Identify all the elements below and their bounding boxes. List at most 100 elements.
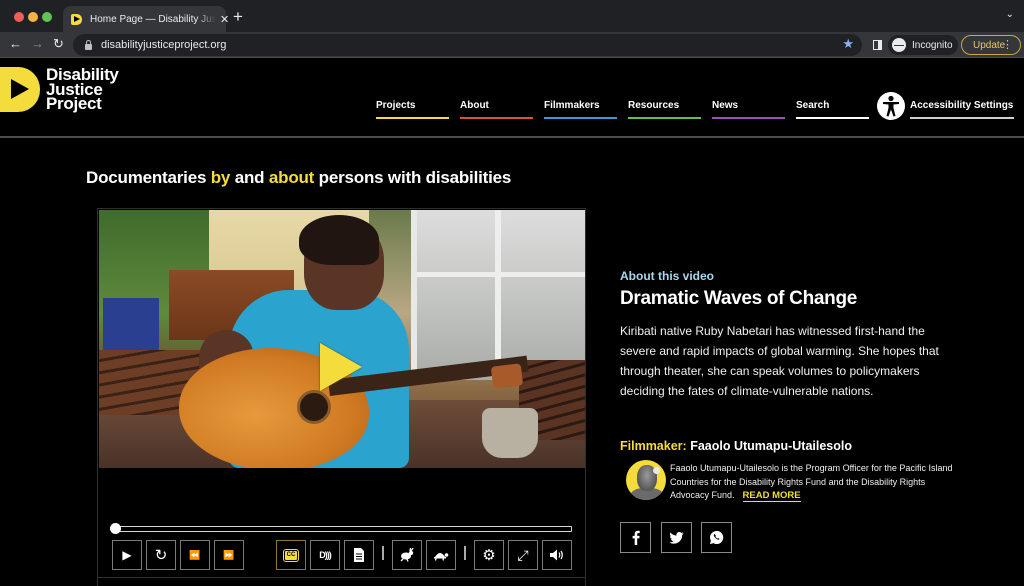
about-video-label: About this video xyxy=(620,269,714,283)
player-controls: ▶ ↻ ⏪ ⏩ CC D))) ⚙ ⤢ xyxy=(112,540,574,571)
twitter-icon xyxy=(669,531,684,544)
share-whatsapp-button[interactable] xyxy=(701,522,732,553)
incognito-label: Incognito xyxy=(912,39,953,51)
slower-button[interactable] xyxy=(426,540,456,570)
player-divider xyxy=(98,577,585,578)
nav-underline xyxy=(712,117,785,119)
restart-button[interactable]: ↻ xyxy=(146,540,176,570)
nav-news[interactable]: News xyxy=(712,100,785,119)
new-tab-button[interactable]: + xyxy=(233,7,243,27)
tagline-highlight: by xyxy=(210,168,231,187)
video-scene xyxy=(490,363,524,389)
nav-label: Projects xyxy=(376,100,416,111)
seek-bar[interactable] xyxy=(110,523,572,534)
accessibility-settings-button[interactable]: Accessibility Settings xyxy=(877,92,1014,120)
window-close-button[interactable] xyxy=(14,12,24,22)
back-button[interactable]: ← xyxy=(9,36,22,51)
nav-resources[interactable]: Resources xyxy=(628,100,701,119)
captions-button[interactable]: CC xyxy=(276,540,306,570)
video-scene xyxy=(411,210,585,380)
window-minimize-button[interactable] xyxy=(28,12,38,22)
bio-text: Faaolo Utumapu-Utailesolo is the Program… xyxy=(670,463,953,500)
tagline: Documentaries by and about persons with … xyxy=(86,168,511,188)
play-icon: ▶ xyxy=(122,548,132,562)
play-triangle-icon xyxy=(320,343,362,391)
fullscreen-button[interactable]: ⤢ xyxy=(508,540,538,570)
filmmaker-name: Faaolo Utumapu-Utailesolo xyxy=(690,439,853,453)
nav-underline xyxy=(796,117,869,119)
rewind-icon: ⏪ xyxy=(189,549,201,560)
accessibility-icon xyxy=(877,92,905,120)
tagline-text: and xyxy=(230,168,269,187)
nav-search[interactable]: Search xyxy=(796,100,869,119)
nav-filmmakers[interactable]: Filmmakers xyxy=(544,100,617,119)
tagline-text: persons with disabilities xyxy=(314,168,512,187)
site-logo[interactable]: Disability Justice Project xyxy=(0,66,119,113)
browser-menu-icon[interactable]: ⋮ xyxy=(1002,38,1013,51)
tab-list-chevron-icon[interactable]: ⌄ xyxy=(1006,9,1014,20)
whatsapp-icon xyxy=(709,530,724,545)
accessibility-label: Accessibility Settings xyxy=(910,100,1014,111)
nav-label: Search xyxy=(796,100,830,111)
rewind-button[interactable]: ⏪ xyxy=(180,540,210,570)
share-twitter-button[interactable] xyxy=(661,522,692,553)
incognito-icon xyxy=(892,38,906,52)
browser-toolbar: ← → ↻ disabilityjusticeproject.org ★ Inc… xyxy=(0,32,1024,58)
nav-label: Filmmakers xyxy=(544,100,600,111)
site-favicon-icon xyxy=(71,13,82,25)
forward-button[interactable]: → xyxy=(31,36,44,51)
big-play-button[interactable] xyxy=(317,338,369,396)
audio-description-button[interactable]: D))) xyxy=(310,540,340,570)
nav-label: Resources xyxy=(628,100,680,111)
window-maximize-button[interactable] xyxy=(42,12,52,22)
transcript-icon xyxy=(354,548,364,562)
gear-icon: ⚙ xyxy=(482,547,496,564)
logo-line-3: Project xyxy=(46,94,102,113)
restart-icon: ↻ xyxy=(154,547,168,564)
nav-label: About xyxy=(460,100,489,111)
bookmark-star-icon[interactable]: ★ xyxy=(842,36,854,52)
controls-separator xyxy=(382,546,384,560)
header-divider xyxy=(0,136,1024,138)
transcript-button[interactable] xyxy=(344,540,374,570)
tab-title: Home Page — Disability Justice Project xyxy=(90,13,216,25)
filmmaker-label: Filmmaker: xyxy=(620,439,687,453)
share-facebook-button[interactable] xyxy=(620,522,651,553)
seek-handle[interactable] xyxy=(110,523,121,534)
nav-projects[interactable]: Projects xyxy=(376,100,449,119)
update-button[interactable]: Update ⋮ xyxy=(961,35,1021,55)
turtle-icon xyxy=(434,553,449,561)
video-player: ▶ ↻ ⏪ ⏩ CC D))) ⚙ ⤢ xyxy=(97,208,586,586)
settings-button[interactable]: ⚙ xyxy=(474,540,504,570)
reload-button[interactable]: ↻ xyxy=(53,36,64,52)
video-scene xyxy=(482,408,538,458)
play-button[interactable]: ▶ xyxy=(112,540,142,570)
browser-tab[interactable]: Home Page — Disability Justice Project ✕ xyxy=(63,6,229,32)
close-tab-icon[interactable]: ✕ xyxy=(220,13,229,26)
fast-forward-button[interactable]: ⏩ xyxy=(214,540,244,570)
video-frame[interactable] xyxy=(99,210,585,468)
audio-description-icon: D))) xyxy=(319,550,331,560)
faster-button[interactable] xyxy=(392,540,422,570)
side-panel-icon[interactable] xyxy=(873,40,882,50)
lock-icon[interactable] xyxy=(85,39,92,50)
captions-icon: CC xyxy=(283,549,299,561)
tagline-text: Documentaries xyxy=(86,168,211,187)
fast-forward-icon: ⏩ xyxy=(223,549,235,560)
logo-play-icon xyxy=(0,67,40,112)
nav-about[interactable]: About xyxy=(460,100,533,119)
incognito-indicator[interactable]: Incognito xyxy=(888,35,958,55)
tagline-highlight: about xyxy=(268,168,315,187)
filmmaker-bio: Faaolo Utumapu-Utailesolo is the Program… xyxy=(670,462,960,503)
volume-button[interactable] xyxy=(542,540,572,570)
accessibility-underline xyxy=(910,117,1014,119)
url-text[interactable]: disabilityjusticeproject.org xyxy=(101,39,226,51)
address-bar[interactable]: disabilityjusticeproject.org ★ xyxy=(73,34,862,56)
video-description: Kiribati native Ruby Nabetari has witnes… xyxy=(620,324,939,398)
read-more-link[interactable]: READ MORE xyxy=(742,490,801,502)
facebook-icon xyxy=(632,530,640,545)
video-title: Dramatic Waves of Change xyxy=(620,288,858,309)
browser-tab-bar: Home Page — Disability Justice Project ✕… xyxy=(0,0,1024,32)
controls-separator xyxy=(464,546,466,560)
nav-label: News xyxy=(712,100,739,111)
